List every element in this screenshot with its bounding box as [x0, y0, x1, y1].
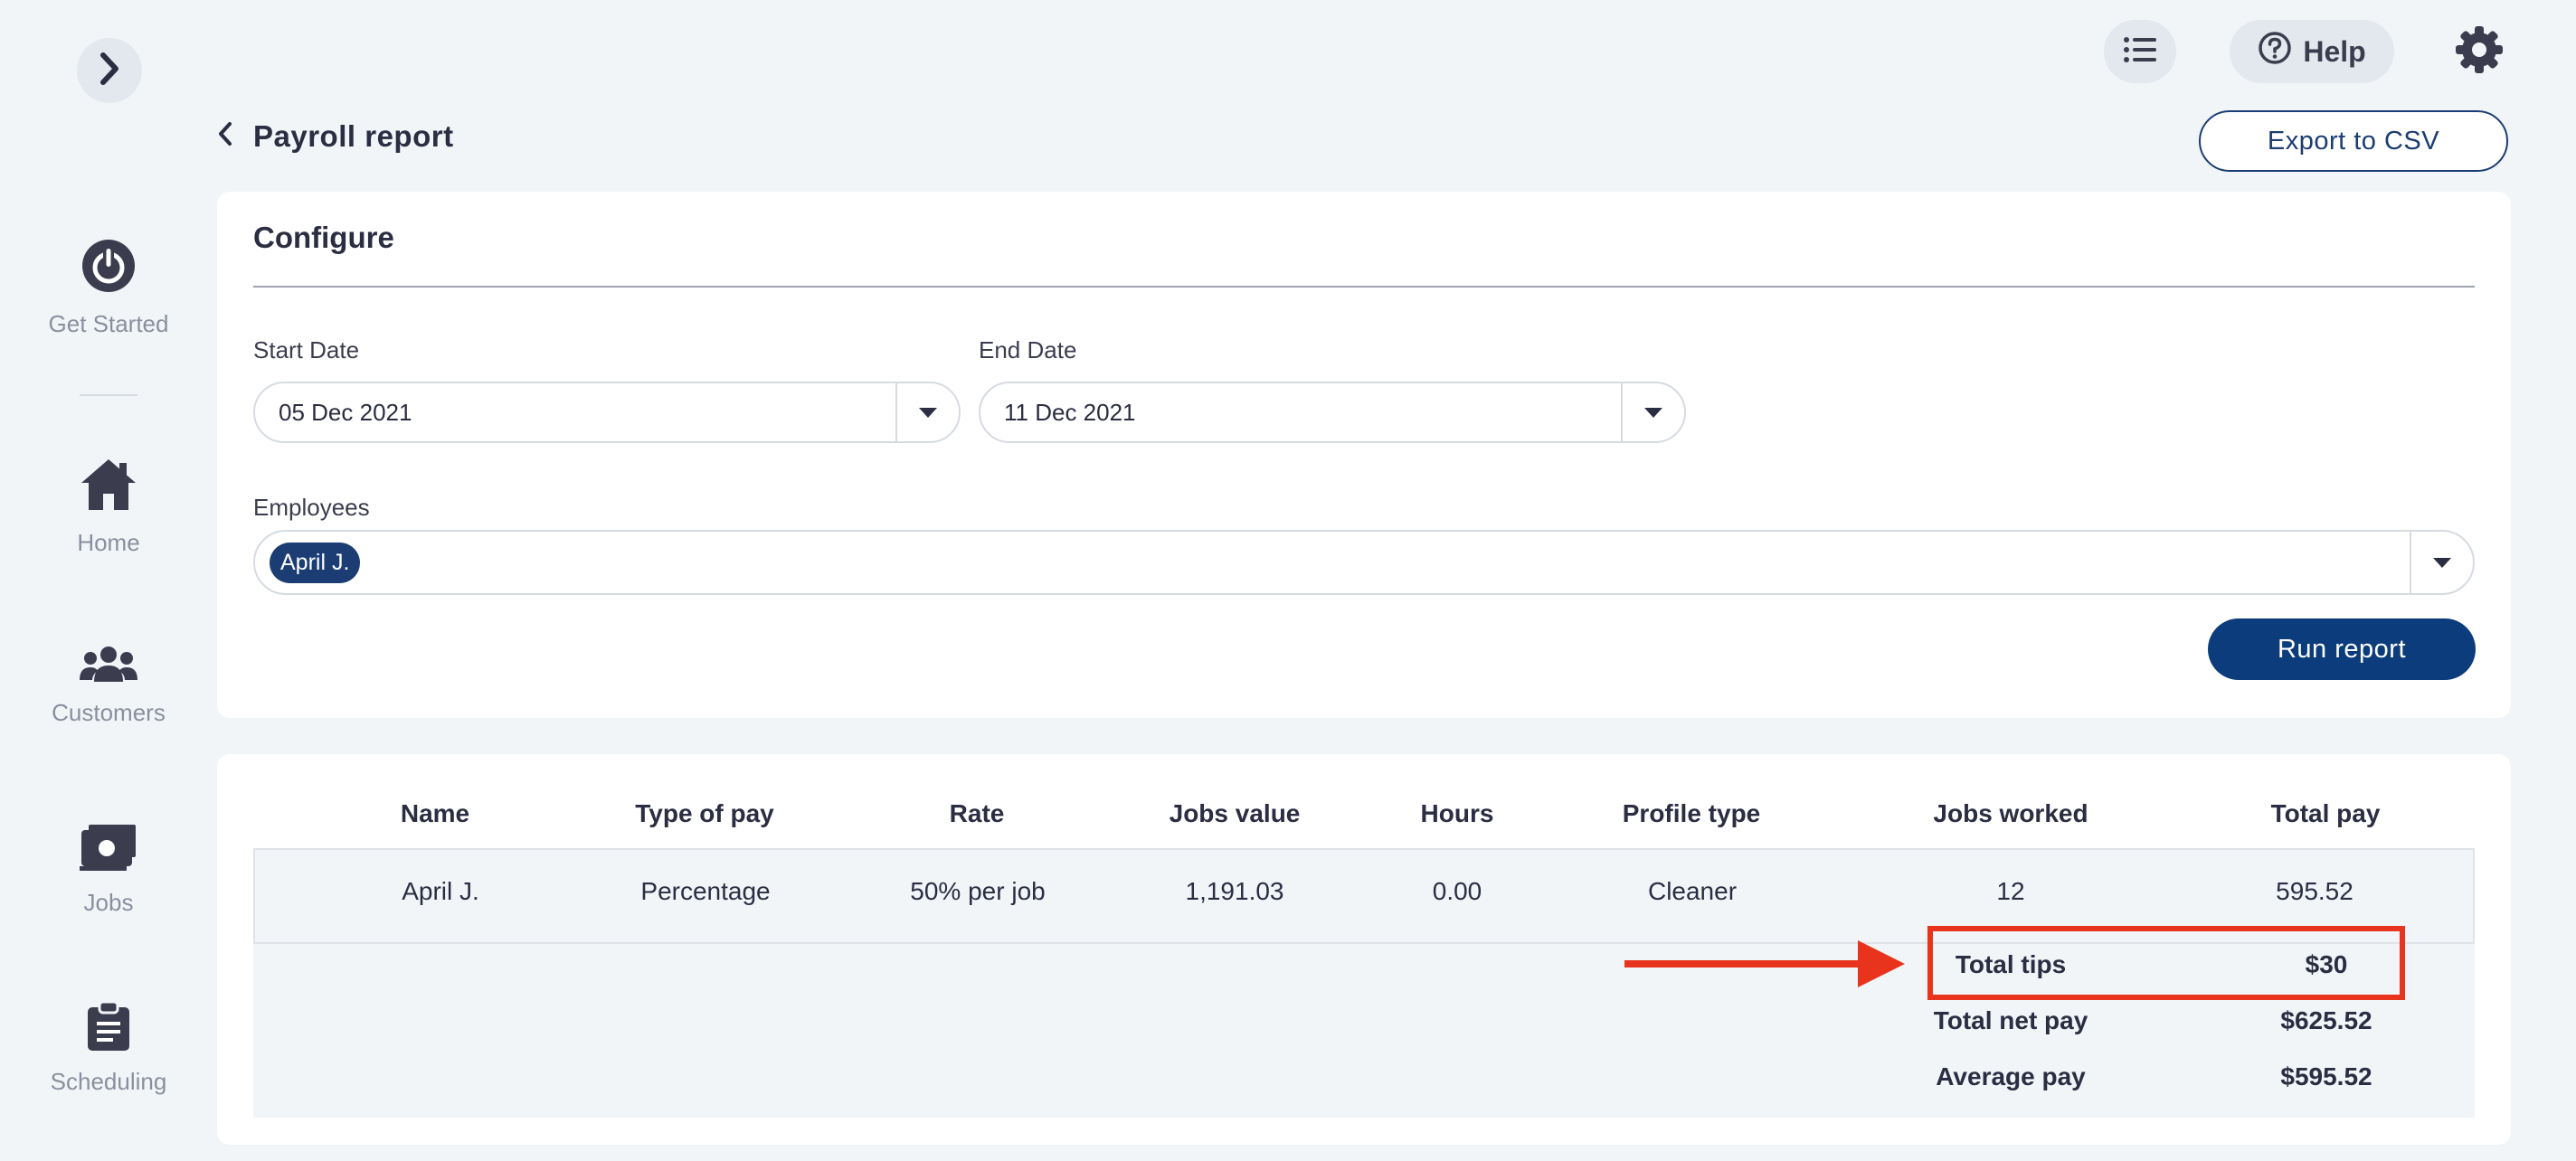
cell-jobs-value: 1,191.03 [1185, 877, 1284, 905]
divider [253, 286, 2475, 288]
start-date-label: Start Date [253, 336, 360, 363]
average-pay-value: $595.52 [2280, 1062, 2372, 1090]
start-date-select[interactable]: 05 Dec 2021 [253, 382, 961, 443]
column-header-hours: Hours [1420, 799, 1494, 827]
clipboard-icon [0, 1000, 217, 1059]
sidebar-item-label: Scheduling [50, 1068, 167, 1095]
configure-card: Configure Start Date 05 Dec 2021 End Dat… [217, 192, 2511, 718]
back-chevron-icon[interactable] [217, 119, 233, 154]
cell-hours: 0.00 [1432, 877, 1482, 905]
employee-chip[interactable]: April J. [270, 542, 361, 583]
results-card: Name Type of pay Rate Jobs value Hours P… [217, 754, 2511, 1145]
column-header-profile-type: Profile type [1622, 799, 1761, 827]
money-icon [0, 823, 217, 880]
list-icon [2124, 36, 2156, 68]
sidebar-item-jobs[interactable]: Jobs [0, 823, 217, 917]
page-header: Payroll report [217, 116, 454, 157]
end-date-select[interactable]: 11 Dec 2021 [979, 382, 1686, 443]
caret-down-icon [1644, 407, 1662, 418]
column-header-type-of-pay: Type of pay [635, 799, 774, 827]
cell-name: April J. [402, 877, 479, 905]
end-date-dropdown-toggle[interactable] [1621, 383, 1684, 441]
sidebar-item-scheduling[interactable]: Scheduling [0, 1000, 217, 1096]
employees-dropdown-toggle[interactable] [2410, 532, 2473, 593]
start-date-value: 05 Dec 2021 [279, 398, 412, 426]
column-header-total-pay: Total pay [2270, 799, 2381, 827]
employees-select[interactable]: April J. [253, 530, 2475, 595]
page-title: Payroll report [253, 119, 454, 153]
column-header-rate: Rate [949, 799, 1005, 827]
end-date-value: 11 Dec 2021 [1004, 398, 1136, 426]
total-net-pay-value: $625.52 [2280, 1006, 2372, 1034]
sidebar-item-label: Customers [52, 699, 166, 726]
export-csv-button[interactable]: Export to CSV [2199, 110, 2508, 172]
average-pay-label: Average pay [1936, 1062, 2086, 1090]
end-date-label: End Date [979, 336, 1077, 363]
help-button[interactable]: Help [2230, 20, 2394, 83]
question-circle-icon [2258, 31, 2292, 72]
cell-jobs-worked: 12 [1996, 877, 2025, 905]
start-date-dropdown-toggle[interactable] [895, 383, 959, 441]
annotation-arrow-icon [1858, 940, 1905, 987]
sidebar-item-label: Home [77, 529, 140, 556]
cell-total-pay: 595.52 [2276, 877, 2353, 905]
settings-button[interactable] [2448, 20, 2511, 83]
chevron-right-icon [96, 51, 123, 91]
sidebar-item-label: Jobs [83, 889, 134, 916]
cell-type-of-pay: Percentage [640, 877, 771, 905]
gear-icon [2454, 24, 2505, 80]
total-net-pay-label: Total net pay [1933, 1006, 2088, 1034]
caret-down-icon [2433, 557, 2451, 568]
expand-sidebar-button[interactable] [77, 38, 142, 103]
employees-label: Employees [253, 494, 370, 521]
sidebar-item-get-started[interactable]: Get Started [0, 237, 217, 338]
cell-profile-type: Cleaner [1647, 877, 1738, 905]
highlight-box [1927, 926, 2405, 1000]
sidebar-item-label: Get Started [48, 310, 169, 337]
sidebar-item-home[interactable]: Home [0, 456, 217, 557]
home-icon [0, 456, 217, 520]
configure-title: Configure [253, 221, 394, 254]
sidebar-item-customers[interactable]: Customers [0, 644, 217, 727]
caret-down-icon [919, 407, 937, 418]
power-icon [0, 237, 217, 301]
help-label: Help [2303, 34, 2366, 68]
column-header-jobs-worked: Jobs worked [1933, 799, 2088, 827]
cell-rate: 50% per job [910, 877, 1046, 905]
annotation-arrow-shaft [1624, 960, 1860, 968]
users-icon [0, 644, 217, 690]
sidebar-divider [80, 394, 137, 396]
list-view-button[interactable] [2104, 20, 2176, 83]
run-report-button[interactable]: Run report [2208, 618, 2476, 680]
column-header-jobs-value: Jobs value [1169, 799, 1301, 827]
column-header-name: Name [400, 799, 470, 827]
